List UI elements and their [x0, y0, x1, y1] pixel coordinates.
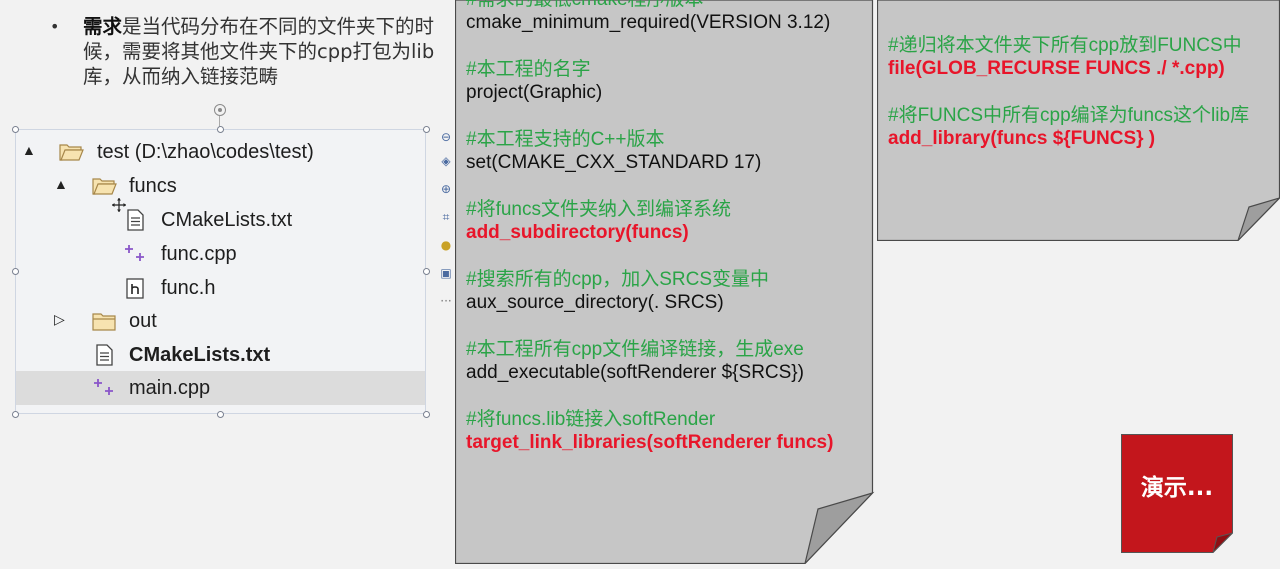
rotate-handle[interactable]	[214, 104, 226, 116]
selection-frame	[15, 129, 426, 414]
crop-icon[interactable]: ⌗	[437, 208, 455, 226]
resize-handle-left[interactable]	[12, 268, 19, 275]
bullet-rest: 是当代码分布在不同的文件夹下的时候，需要将其他文件夹下的cpp打包为lib库，从…	[83, 15, 435, 88]
code-line-highlight: add_library(funcs ${FUNCS} )	[888, 128, 1156, 149]
layers-icon[interactable]: ◈	[437, 152, 455, 170]
code-line: set(CMAKE_CXX_STANDARD 17)	[466, 152, 762, 173]
code-line: aux_source_directory(. SRCS)	[466, 292, 724, 313]
cmake-code-funcs: #递归将本文件夹下所有cpp放到FUNCS中 file(GLOB_RECURSE…	[888, 34, 1249, 150]
code-line: cmake_minimum_required(VERSION 3.12)	[466, 12, 831, 33]
code-line-highlight: target_link_libraries(softRenderer funcs…	[466, 432, 834, 453]
bullet-bold-lead: 需求	[83, 15, 123, 38]
code-comment: #本工程所有cpp文件编译链接，生成exe	[466, 339, 804, 360]
code-comment: #将FUNCS中所有cpp编译为funcs这个lib库	[888, 105, 1250, 126]
resize-handle-top-left[interactable]	[12, 126, 19, 133]
code-comment: #搜索所有的cpp，加入SRCS变量中	[466, 269, 769, 290]
code-line-highlight: add_subdirectory(funcs)	[466, 222, 689, 243]
code-comment: #需求的最低cmake程序版本	[466, 0, 833, 11]
more-icon[interactable]: ···	[437, 292, 455, 310]
code-line-highlight: file(GLOB_RECURSE FUNCS ./ *.cpp)	[888, 58, 1225, 79]
bullet-dot: •	[50, 17, 60, 36]
resize-handle-top-right[interactable]	[423, 126, 430, 133]
code-comment: #将funcs.lib链接入softRender	[466, 409, 716, 430]
code-line: add_executable(softRenderer ${SRCS})	[466, 362, 804, 383]
resize-handle-top[interactable]	[217, 126, 224, 133]
demo-button[interactable]: 演示...	[1121, 434, 1233, 553]
resize-handle-bottom-right[interactable]	[423, 411, 430, 418]
code-comment: #将funcs文件夹纳入到编译系统	[466, 199, 731, 220]
collapse-minus-icon[interactable]: ⊖	[437, 128, 455, 146]
move-cursor-icon	[112, 198, 126, 212]
code-comment: #本工程的名字	[466, 59, 591, 80]
image-icon[interactable]: ▣	[437, 264, 455, 282]
code-comment: #递归将本文件夹下所有cpp放到FUNCS中	[888, 35, 1242, 56]
code-line: project(Graphic)	[466, 82, 603, 103]
resize-handle-bottom-left[interactable]	[12, 411, 19, 418]
bullet-paragraph: 需求是当代码分布在不同的文件夹下的时候，需要将其他文件夹下的cpp打包为lib库…	[83, 14, 448, 89]
resize-handle-right[interactable]	[423, 268, 430, 275]
zoom-icon[interactable]: ⊕	[437, 180, 455, 198]
cmake-code-main: #需求的最低cmake程序版本 cmake_minimum_required(V…	[466, 0, 833, 454]
resize-handle-bottom[interactable]	[217, 411, 224, 418]
demo-button-label: 演示...	[1140, 475, 1214, 501]
lightbulb-icon[interactable]: ●	[437, 236, 455, 254]
code-comment: #本工程支持的C++版本	[466, 129, 665, 150]
